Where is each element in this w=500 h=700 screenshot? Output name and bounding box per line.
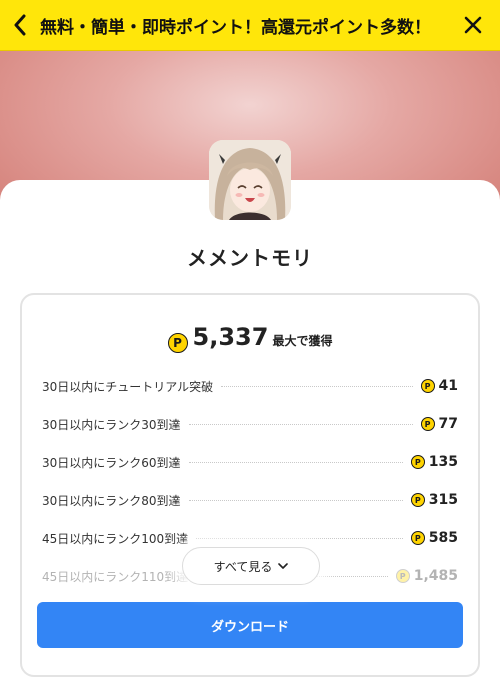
task-points: P 77	[420, 416, 458, 432]
task-points: P 315	[410, 492, 458, 508]
task-row: 30日以内にチュートリアル突破 P 41	[42, 367, 458, 405]
task-points: P 1,485	[395, 568, 458, 584]
point-coin-icon: P	[395, 569, 410, 583]
task-points: P 41	[420, 378, 458, 394]
task-points-value: 315	[428, 492, 458, 508]
point-coin-icon: P	[167, 333, 188, 353]
task-label: 30日以内にランク30到達	[42, 417, 181, 432]
task-points-value: 77	[438, 416, 458, 432]
task-row: 30日以内にランク30到達 P 77	[42, 405, 458, 443]
app-icon	[209, 140, 291, 220]
point-coin-icon: P	[420, 417, 435, 431]
task-row: 30日以内にランク60到達 P 135	[42, 443, 458, 481]
task-label: 30日以内にランク60到達	[42, 455, 181, 470]
chevron-left-icon	[14, 14, 26, 36]
task-label: 45日以内にランク110到達	[42, 569, 189, 584]
leader-dots	[188, 461, 403, 463]
see-all-button[interactable]: すべて見る	[182, 547, 320, 585]
task-label: 45日以内にランク100到達	[42, 531, 189, 546]
task-points-value: 585	[428, 530, 458, 546]
reward-card: P 5,337 最大で獲得 30日以内にチュートリアル突破 P 41 30日以内…	[20, 293, 480, 677]
task-points: P 135	[410, 454, 458, 470]
task-points-value: 41	[438, 378, 458, 394]
total-points-value: 5,337	[192, 323, 269, 351]
close-icon	[464, 16, 482, 34]
top-bar: 無料・簡単・即時ポイント！高還元ポイント多数！	[0, 0, 500, 51]
see-all-label: すべて見る	[213, 559, 273, 574]
leader-dots	[196, 537, 403, 539]
point-coin-icon: P	[420, 379, 435, 393]
leader-dots	[188, 499, 403, 501]
leader-dots	[188, 423, 413, 425]
task-label: 30日以内にチュートリアル突破	[42, 379, 214, 394]
leader-dots	[221, 385, 413, 387]
header-title: 無料・簡単・即時ポイント！高還元ポイント多数！	[40, 17, 431, 38]
task-points-value: 135	[428, 454, 458, 470]
total-points: P 5,337 最大で獲得	[22, 323, 478, 353]
task-row: 30日以内にランク80到達 P 315	[42, 481, 458, 519]
back-button[interactable]	[0, 0, 40, 51]
task-points-value: 1,485	[413, 568, 458, 584]
point-coin-icon: P	[410, 531, 425, 545]
task-points: P 585	[410, 530, 458, 546]
point-coin-icon: P	[410, 455, 425, 469]
download-button[interactable]: ダウンロード	[37, 602, 463, 648]
task-label: 30日以内にランク80到達	[42, 493, 181, 508]
app-name: メメントモリ	[187, 246, 313, 270]
close-button[interactable]	[446, 0, 500, 51]
point-coin-icon: P	[410, 493, 425, 507]
total-points-suffix: 最大で獲得	[272, 334, 333, 348]
chevron-down-icon	[278, 562, 289, 570]
